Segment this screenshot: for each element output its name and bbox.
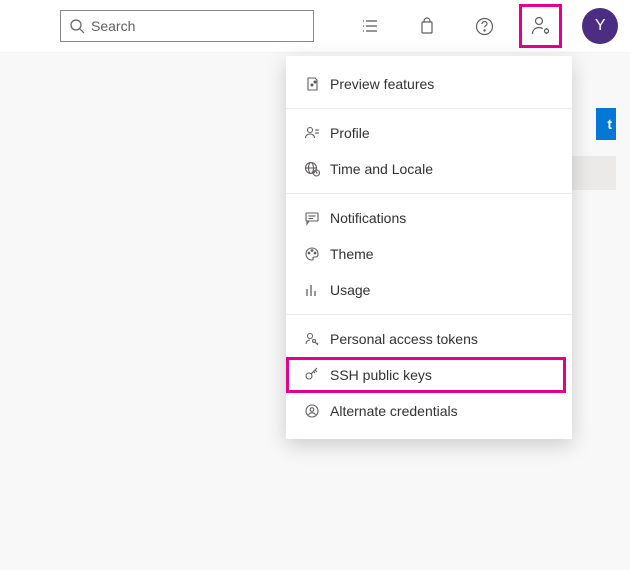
user-settings-icon-button[interactable] [522,7,560,45]
user-settings-button-highlight [519,4,563,48]
topbar: Y [0,0,630,52]
credentials-icon [304,403,330,419]
palette-icon [304,246,330,262]
comment-icon [304,210,330,226]
globe-clock-icon [304,161,330,177]
search-input-wrapper[interactable] [60,10,314,42]
menu-separator [286,193,572,194]
work-items-icon-button[interactable] [350,6,390,46]
menu-item-notifications[interactable]: Notifications [286,200,572,236]
menu-item-label: Alternate credentials [330,403,458,419]
profile-icon [304,125,330,141]
user-settings-dropdown: Preview features Profile Time and Locale… [286,56,572,439]
menu-item-usage[interactable]: Usage [286,272,572,308]
menu-item-alternate-credentials[interactable]: Alternate credentials [286,393,572,429]
menu-item-profile[interactable]: Profile [286,115,572,151]
search-icon [69,18,85,34]
menu-separator [286,314,572,315]
menu-item-label: Preview features [330,76,434,92]
avatar-letter: Y [595,17,606,35]
search-input[interactable] [91,18,305,34]
menu-item-label: Time and Locale [330,161,433,177]
menu-item-ssh-public-keys[interactable]: SSH public keys [286,357,572,393]
menu-item-personal-access-tokens[interactable]: Personal access tokens [286,321,572,357]
menu-item-time-locale[interactable]: Time and Locale [286,151,572,187]
bar-chart-icon [304,282,330,298]
menu-item-theme[interactable]: Theme [286,236,572,272]
menu-item-label: Theme [330,246,374,262]
key-icon [304,367,330,383]
menu-item-label: SSH public keys [330,367,432,383]
person-key-icon [304,331,330,347]
preview-features-icon [304,76,330,92]
menu-item-label: Personal access tokens [330,331,478,347]
help-icon-button[interactable] [465,6,505,46]
menu-item-preview-features[interactable]: Preview features [286,66,572,102]
menu-item-label: Notifications [330,210,406,226]
avatar[interactable]: Y [582,8,618,44]
marketplace-icon-button[interactable] [408,6,448,46]
menu-separator [286,108,572,109]
menu-item-label: Profile [330,125,370,141]
menu-item-label: Usage [330,282,370,298]
primary-button-fragment[interactable]: t [596,108,616,140]
